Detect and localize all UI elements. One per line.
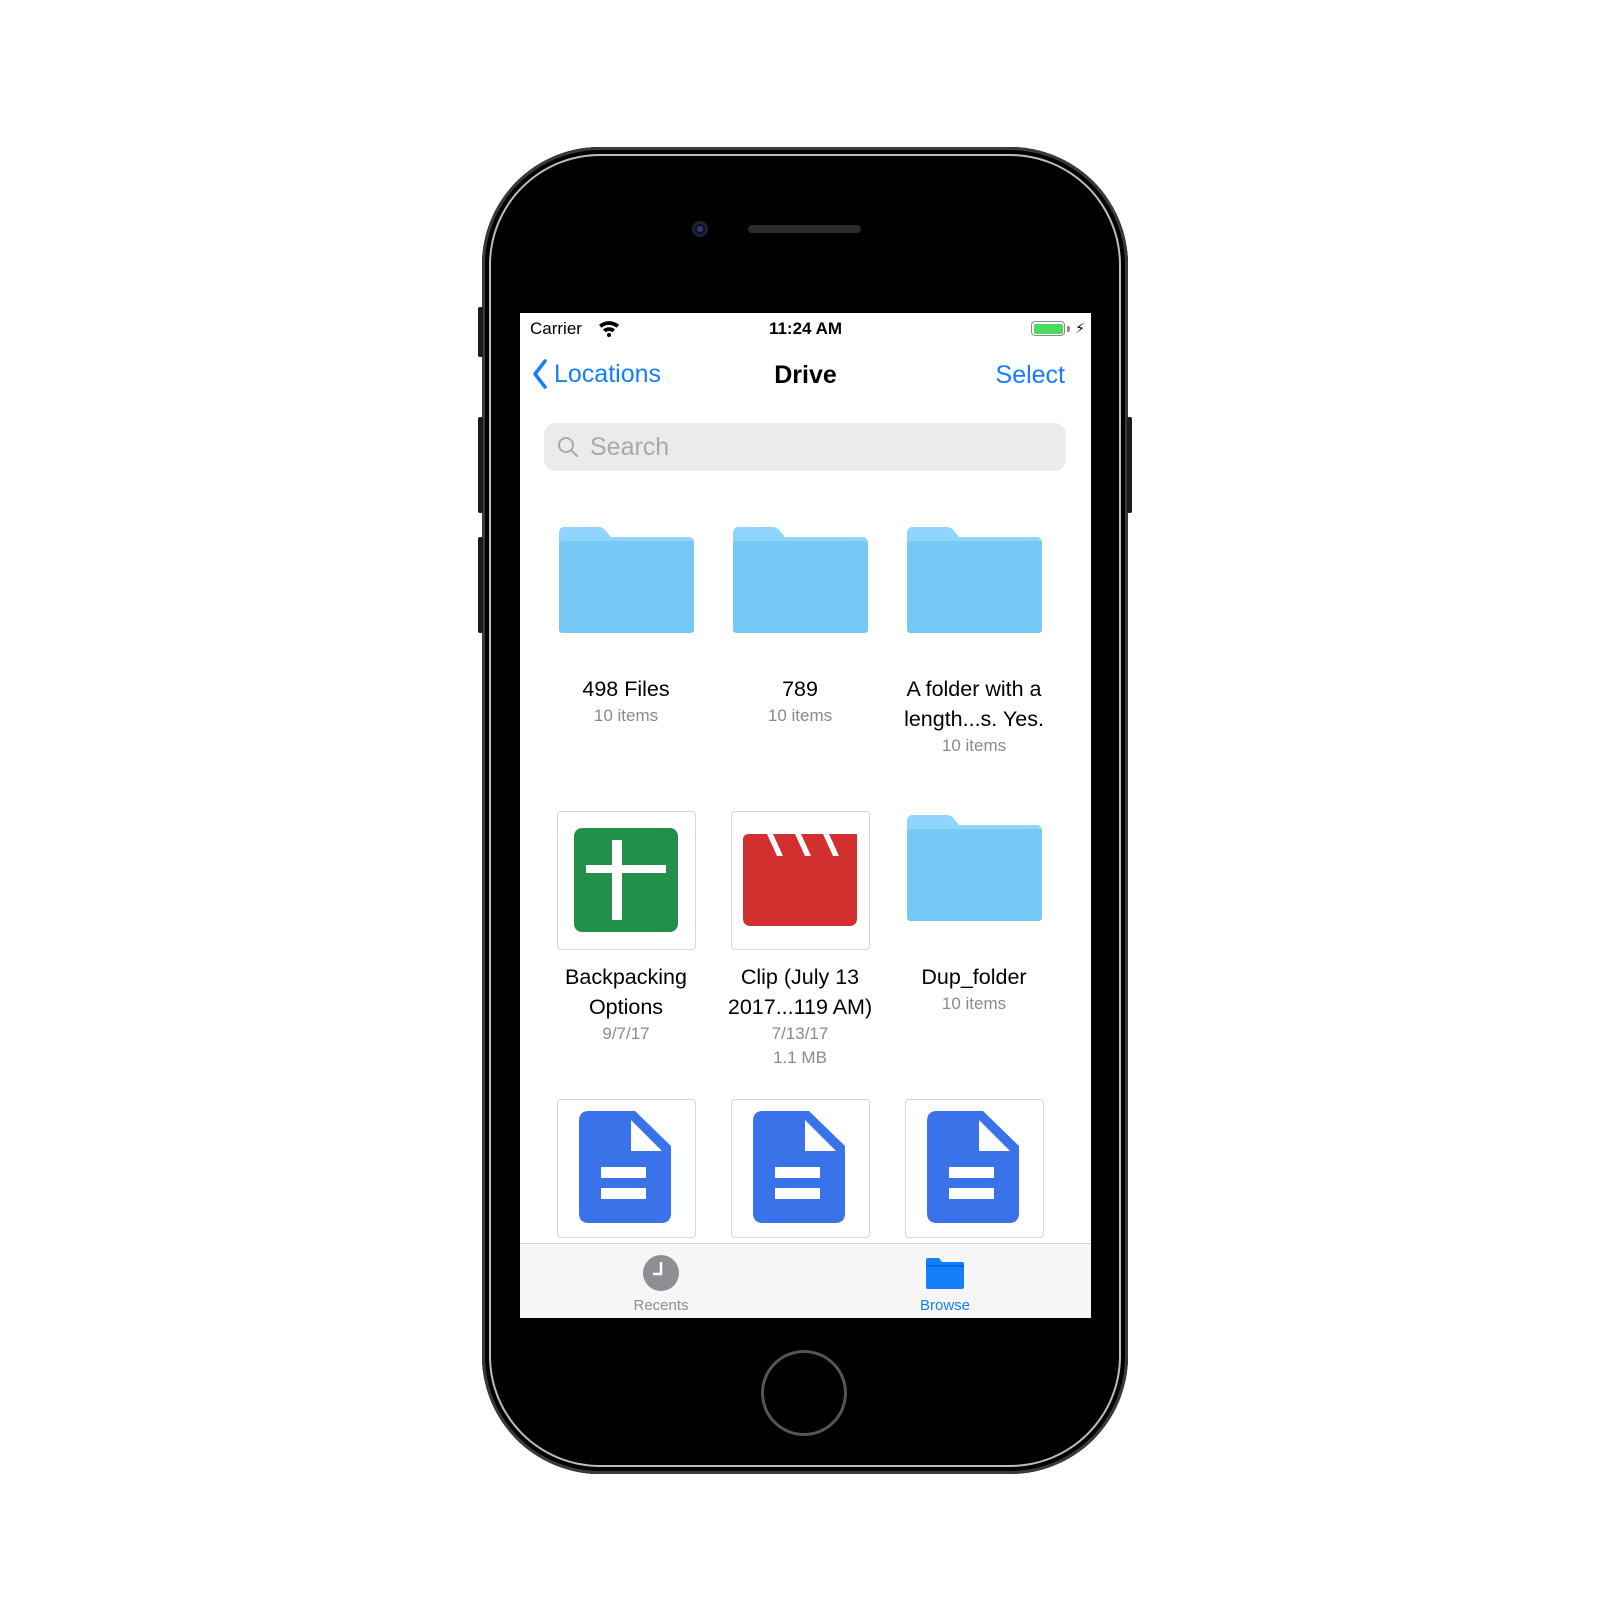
grid-item[interactable]: Dup_folder 10 items bbox=[887, 811, 1061, 1016]
document-icon bbox=[578, 1111, 671, 1223]
item-thumbnail bbox=[556, 811, 696, 950]
item-thumbnail bbox=[905, 523, 1044, 662]
search-field[interactable] bbox=[544, 423, 1066, 471]
item-name: 498 Files bbox=[582, 677, 670, 701]
item-thumbnail bbox=[905, 811, 1044, 950]
grid-item[interactable]: A folder with a length...s. Yes. 10 items bbox=[887, 523, 1061, 758]
mute-switch bbox=[478, 307, 483, 357]
folder-icon bbox=[926, 1258, 964, 1289]
item-thumbnail bbox=[730, 1099, 870, 1238]
item-thumbnail bbox=[730, 811, 870, 950]
search-icon bbox=[558, 437, 579, 458]
home-button[interactable] bbox=[761, 1350, 847, 1436]
back-label: Locations bbox=[554, 359, 662, 388]
chevron-left-icon bbox=[533, 359, 547, 389]
tab-recents[interactable]: Recents bbox=[561, 1244, 761, 1318]
tab-bar: Recents Browse bbox=[520, 1243, 1091, 1318]
item-name: Clip (July 13 2017...119 AM) bbox=[727, 965, 873, 1019]
charging-bolt-icon: ⚡︎ bbox=[1075, 320, 1085, 336]
item-name: Backpacking Options bbox=[565, 965, 687, 1019]
grid-item[interactable]: 789 10 items bbox=[713, 523, 887, 728]
item-size: 1.1 MB bbox=[773, 1048, 827, 1067]
folder-icon bbox=[732, 527, 868, 633]
item-thumbnail bbox=[556, 1099, 696, 1238]
item-name: 789 bbox=[782, 677, 818, 701]
power-button bbox=[1127, 417, 1132, 513]
volume-up-button bbox=[478, 417, 483, 513]
select-button[interactable]: Select bbox=[996, 361, 1065, 390]
tab-recents-label: Recents bbox=[633, 1297, 689, 1314]
item-thumbnail bbox=[731, 523, 870, 662]
clock-time: 11:24 AM bbox=[768, 319, 843, 338]
phone-frame: Carrier 11:24 AM ⚡︎ Locations Drive Sele… bbox=[478, 147, 1132, 1474]
tab-browse-label: Browse bbox=[919, 1297, 971, 1314]
folder-icon bbox=[558, 527, 694, 633]
item-meta: 10 items bbox=[941, 736, 1007, 755]
item-meta: 10 items bbox=[941, 994, 1007, 1013]
back-button[interactable]: Locations bbox=[532, 359, 661, 389]
volume-down-button bbox=[478, 537, 483, 633]
item-name: Dup_folder bbox=[921, 965, 1027, 989]
folder-icon bbox=[906, 527, 1042, 633]
item-meta: 10 items bbox=[593, 706, 659, 725]
earpiece-speaker bbox=[748, 225, 861, 233]
video-clip-icon bbox=[742, 834, 857, 926]
front-camera bbox=[692, 221, 708, 237]
item-thumbnail bbox=[904, 1099, 1044, 1238]
item-meta: 9/7/17 bbox=[602, 1024, 650, 1043]
search-input[interactable] bbox=[588, 431, 1032, 463]
document-icon bbox=[752, 1111, 845, 1223]
item-meta: 10 items bbox=[767, 706, 833, 725]
battery-icon bbox=[1031, 321, 1065, 336]
item-name: A folder with a length...s. Yes. bbox=[904, 677, 1044, 731]
grid-item[interactable]: Clip (July 13 2017...119 AM) 7/13/17 1.1 MB bbox=[713, 811, 887, 1070]
item-meta: 7/13/17 bbox=[771, 1024, 829, 1043]
status-bar: Carrier 11:24 AM ⚡︎ bbox=[520, 313, 1091, 343]
document-icon bbox=[926, 1111, 1019, 1223]
grid-item[interactable]: 498 Files 10 items bbox=[539, 523, 713, 728]
tab-browse[interactable]: Browse bbox=[845, 1244, 1045, 1318]
spreadsheet-icon bbox=[573, 828, 678, 932]
navigation-bar: Locations Drive Select bbox=[520, 349, 1091, 399]
item-thumbnail bbox=[557, 523, 696, 662]
clock-icon bbox=[643, 1255, 679, 1291]
grid-item[interactable]: Backpacking Options 9/7/17 bbox=[539, 811, 713, 1046]
screen: Carrier 11:24 AM ⚡︎ Locations Drive Sele… bbox=[520, 313, 1091, 1318]
folder-icon bbox=[906, 815, 1042, 921]
battery-cap bbox=[1067, 326, 1070, 332]
